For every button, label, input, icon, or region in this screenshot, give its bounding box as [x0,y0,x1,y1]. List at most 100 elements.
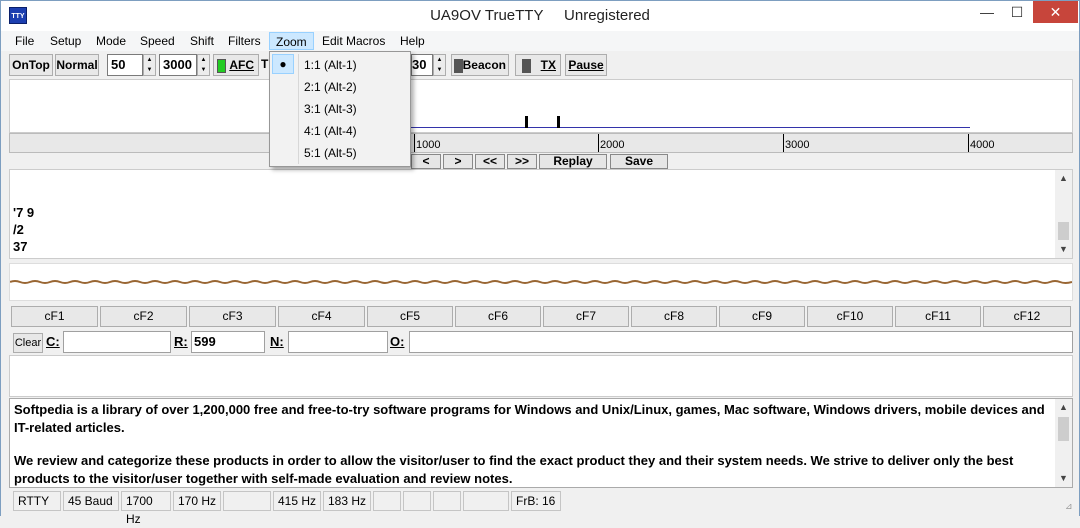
status-bar: RTTY 45 Baud 1700 Hz 170 Hz 415 Hz 183 H… [1,489,1079,526]
text-paragraph: We review and categorize these products … [14,453,1014,486]
status-empty [463,491,509,511]
menu-setup[interactable]: Setup [44,32,87,50]
status-center-freq: 1700 Hz [121,491,171,526]
scroll-down-icon[interactable]: ▼ [1055,470,1072,487]
clear-button[interactable]: Clear [13,333,43,353]
scope-trace [9,280,1073,284]
status-empty [373,491,401,511]
beacon-button[interactable]: Beacon [451,54,509,76]
close-button[interactable]: ✕ [1033,1,1078,23]
status-baud: 45 Baud [63,491,119,511]
scroll-up-icon[interactable]: ▲ [1055,399,1072,416]
main-text-pane[interactable]: Softpedia is a library of over 1,200,000… [9,398,1073,488]
frequency-input[interactable]: 3000 [159,54,197,76]
report-field[interactable]: 599 [191,331,265,353]
rx-line: /2 [13,222,24,237]
menu-edit-macros[interactable]: Edit Macros [316,32,391,50]
tx-button[interactable]: TX [515,54,561,76]
other-label: O: [390,334,405,349]
text-paragraph: Softpedia is a library of over 1,200,000… [14,402,1045,435]
macro-cf9-button[interactable]: cF9 [719,306,805,327]
status-space-freq: 183 Hz [323,491,371,511]
playback-controls: < > << >> Replay Save [1,153,1079,169]
maximize-button[interactable]: ☐ [1003,1,1031,23]
zoom-item-4-1[interactable]: 4:1 (Alt-4) [272,120,408,142]
zoom-item-2-1[interactable]: 2:1 (Alt-2) [272,76,408,98]
macro-key-row: cF1 cF2 cF3 cF4 cF5 cF6 cF7 cF8 cF9 cF10… [9,306,1073,328]
receive-text-pane[interactable]: '7 9 /2 37 ▲ ▼ [9,169,1073,259]
menu-mode[interactable]: Mode [90,32,132,50]
zoom-item-5-1[interactable]: 5:1 (Alt-5) [272,142,408,164]
mark-marker [525,116,528,128]
macro-cf6-button[interactable]: cF6 [455,306,541,327]
maximize-icon: ☐ [1010,4,1024,20]
macro-cf3-button[interactable]: cF3 [189,306,276,327]
title-bar: TTY UA9OV TrueTTY Unregistered — ☐ ✕ [1,1,1079,31]
speed-input[interactable]: 50 [107,54,143,76]
menu-file[interactable]: File [9,32,40,50]
menu-filters[interactable]: Filters [222,32,267,50]
scroll-up-icon[interactable]: ▲ [1055,170,1072,187]
resize-grip-icon[interactable]: ⊿ [1065,501,1077,513]
back-button[interactable]: < [411,154,441,169]
menu-speed[interactable]: Speed [134,32,181,50]
hidden-value-input[interactable]: 30 [411,54,433,76]
beacon-led-icon [454,59,463,73]
macro-cf1-button[interactable]: cF1 [11,306,98,327]
log-fields-row: Clear C: R: 599 N: O: [9,331,1073,353]
fast-forward-button[interactable]: >> [507,154,537,169]
status-mode: RTTY [13,491,61,511]
tx-label: TX [540,58,556,72]
macro-cf10-button[interactable]: cF10 [807,306,893,327]
menu-shift[interactable]: Shift [184,32,220,50]
minimize-button[interactable]: — [973,1,1001,23]
status-shift: 170 Hz [173,491,221,511]
macro-cf8-button[interactable]: cF8 [631,306,717,327]
status-mark-freq: 415 Hz [273,491,321,511]
macro-cf7-button[interactable]: cF7 [543,306,629,327]
rx-line: 37 [13,239,28,254]
beacon-label: Beacon [462,58,506,72]
macro-cf12-button[interactable]: cF12 [983,306,1071,327]
transmit-buffer[interactable] [9,355,1073,397]
macro-cf5-button[interactable]: cF5 [367,306,453,327]
macro-cf4-button[interactable]: cF4 [278,306,365,327]
scroll-down-icon[interactable]: ▼ [1055,241,1072,258]
callsign-field[interactable] [63,331,171,353]
menu-zoom[interactable]: Zoom [269,32,314,50]
zoom-item-1-1[interactable]: 1:1 (Alt-1) [272,54,408,76]
zoom-item-3-1[interactable]: 3:1 (Alt-3) [272,98,408,120]
minimize-icon: — [980,4,994,20]
scroll-thumb[interactable] [1058,222,1069,240]
afc-button[interactable]: AFC [213,54,259,76]
macro-cf2-button[interactable]: cF2 [100,306,187,327]
rx-line: '7 9 [13,205,35,220]
report-label: R: [174,334,188,349]
menu-help[interactable]: Help [394,32,431,50]
other-field[interactable] [409,331,1073,353]
macro-cf11-button[interactable]: cF11 [895,306,981,327]
frequency-spinner-arrows[interactable]: ▲ ▼ [197,54,210,76]
spectrum-display[interactable] [9,79,1073,133]
normal-button[interactable]: Normal [55,54,99,76]
frequency-ruler[interactable]: 1000 2000 3000 4000 [9,133,1073,153]
scroll-thumb[interactable] [1058,417,1069,441]
signal-scope [9,263,1073,301]
save-button[interactable]: Save [610,154,668,169]
name-field[interactable] [288,331,388,353]
afc-led-icon [217,59,226,73]
ontop-button[interactable]: OnTop [9,54,53,76]
pause-button[interactable]: Pause [565,54,607,76]
menu-bar: File Setup Mode Speed Shift Filters Zoom… [1,31,1079,51]
zoom-dropdown-menu: ● 1:1 (Alt-1) 2:1 (Alt-2) 3:1 (Alt-3) 4:… [269,51,411,167]
speed-spinner-arrows[interactable]: ▲ ▼ [143,54,156,76]
name-label: N: [270,334,284,349]
hidden-spinner-arrows[interactable]: ▲ ▼ [433,54,446,76]
rewind-button[interactable]: << [475,154,505,169]
forward-button[interactable]: > [443,154,473,169]
rx-scrollbar[interactable]: ▲ ▼ [1055,170,1072,258]
close-icon: ✕ [1049,4,1062,20]
replay-button[interactable]: Replay [539,154,607,169]
main-scrollbar[interactable]: ▲ ▼ [1055,399,1072,487]
status-empty [403,491,431,511]
